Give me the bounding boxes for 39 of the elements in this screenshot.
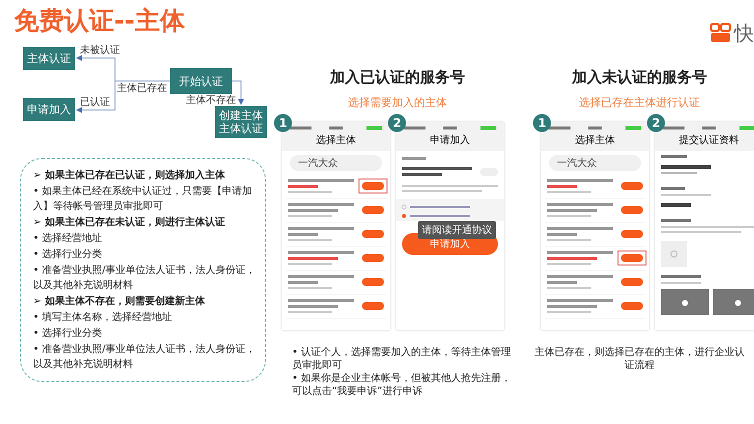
note-text: • 如果你是企业主体帐号，但被其他人抢先注册，可以点击“我要申诉”进行申诉: [292, 372, 512, 398]
step-number: 1: [533, 114, 551, 132]
note-text: • 选择行业分类: [33, 248, 104, 262]
note-text: ➢ 如果主体不存在，则需要创建新主体: [33, 294, 206, 309]
note-text: 主体已存在，则选择已存在的主体，进行企业认证流程: [534, 346, 746, 372]
flow-node: 主体认证: [23, 47, 75, 70]
screen-title: 选择主体: [541, 131, 649, 151]
section-subtitle: 选择已存在主体进行认证: [578, 95, 701, 110]
search-field[interactable]: 一汽大众: [290, 155, 382, 171]
flow-node: 开始认证: [170, 68, 232, 94]
search-field[interactable]: 一汽大众: [549, 155, 641, 171]
note-text: ➢ 如果主体已存在未认证，则进行主体认证: [33, 215, 226, 230]
slide-title: 免费认证--主体: [13, 5, 186, 37]
screen-title: 选择主体: [282, 131, 390, 151]
step-number: 1: [274, 114, 292, 132]
note-text: • 填写主体名称，选择经营地址: [33, 310, 174, 325]
step-number: 2: [647, 114, 665, 132]
edge-label: 已认证: [80, 97, 110, 108]
note-text: ➢ 如果主体已存在已认证，则选择加入主体: [33, 168, 226, 183]
section-subtitle: 选择需要加入的主体: [347, 95, 448, 110]
note-text: • 选择经营地址: [33, 232, 104, 246]
section-heading: 加入未认证的服务号: [570, 68, 708, 87]
screen-title: 申请加入: [396, 131, 504, 151]
note-text: • 准备营业执照/事业单位法人证书，法人身份证，以及其他补充说明材料: [33, 264, 256, 293]
note-text: • 如果主体已经在系统中认证过，只需要【申请加入】等待帐号管理员审批即可: [33, 184, 254, 214]
edge-label: 未被认证: [80, 45, 120, 56]
logo-icon: [710, 23, 732, 43]
screen-title: 提交认证资料: [655, 131, 754, 151]
flow-node: 申请加入: [23, 98, 75, 121]
edge-label: 主体不存在: [186, 95, 236, 106]
note-text: • 选择行业分类: [33, 326, 104, 341]
edge-label: 主体已存在: [117, 83, 167, 94]
logo-text: 快: [734, 22, 754, 44]
step-number: 2: [388, 114, 406, 132]
note-text: • 准备营业执照/事业单位法人证书，法人身份证，以及其他补充说明材料: [33, 342, 256, 372]
section-heading: 加入已认证的服务号: [328, 68, 466, 87]
note-text: • 认证个人，选择需要加入的主体，等待主体管理员审批即可: [292, 346, 512, 372]
flow-node: 创建主体主体认证: [215, 106, 267, 138]
toast-message: 请阅读开通协议: [418, 221, 496, 239]
